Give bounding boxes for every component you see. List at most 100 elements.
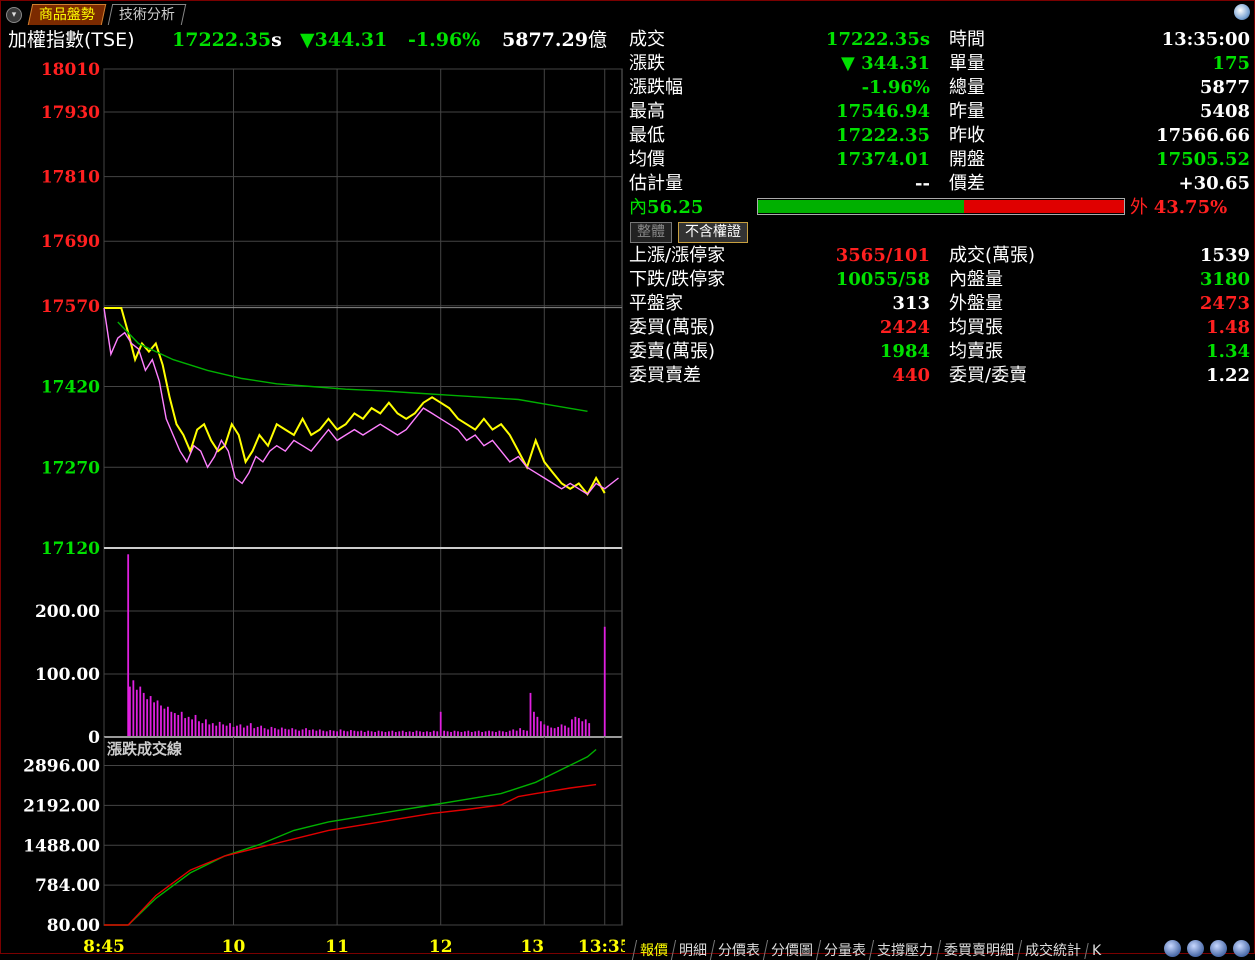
nav-next-icon[interactable]	[1210, 940, 1227, 957]
stats-left-value: 10055/58	[835, 269, 930, 290]
quote-left-value: 17222.35	[836, 125, 930, 146]
volume-bar	[301, 729, 304, 737]
series-line-2	[117, 321, 588, 412]
stats-left-label: 委買賣差	[629, 365, 701, 386]
stats-left-label: 委買(萬張)	[629, 317, 716, 338]
volume-bar	[129, 686, 131, 737]
quote-right-label: 單量	[949, 53, 985, 74]
volume-bar	[139, 686, 142, 737]
bottom-tab-1[interactable]: 明細	[670, 940, 715, 960]
y-tick-label: 18010	[41, 60, 100, 80]
volume-bar	[170, 711, 173, 737]
inner-outer-ratio-bar	[757, 198, 1125, 215]
stats-left-label: 平盤家	[629, 293, 683, 314]
volume-bar	[522, 730, 525, 737]
volume-chart: 200.00 100.00 0	[35, 547, 623, 748]
bottom-tab-6[interactable]: 委買賣明細	[935, 940, 1022, 960]
quote-left-value: 17546.94	[836, 101, 930, 122]
stats-left-label: 下跌/跌停家	[629, 269, 726, 290]
bottom-tab-4[interactable]: 分量表	[815, 940, 874, 960]
volume-bar	[294, 729, 297, 737]
volume-bar	[132, 680, 135, 737]
quote-right-value: 13:35:00	[1161, 29, 1250, 50]
volume-bar	[246, 725, 249, 737]
bottom-tab-8[interactable]: K	[1084, 943, 1108, 959]
volume-bar	[536, 716, 539, 737]
volume-bar	[208, 724, 211, 737]
nav-last-icon[interactable]	[1233, 940, 1250, 957]
quote-left-label: 均價	[629, 149, 665, 170]
volume-bar	[198, 721, 200, 737]
stats-right-label: 外盤量	[949, 293, 1003, 314]
quote-right-value: 5408	[1199, 101, 1250, 122]
x-tick-label: 8:45	[83, 937, 125, 954]
quote-left-value: 17222.35s	[825, 29, 930, 50]
volume-bar	[260, 725, 263, 737]
volume-bar	[543, 724, 546, 737]
quote-left-value: --	[915, 173, 930, 194]
volume-bar	[166, 706, 169, 737]
quote-left-label: 漲跌	[629, 53, 665, 74]
y-tick-label: 17420	[41, 378, 100, 398]
bottom-tab-0[interactable]: 報價	[631, 940, 676, 960]
stats-left-value: 440	[892, 365, 930, 386]
outer-ratio: 外 43.75%	[1130, 197, 1228, 218]
volume-bar	[204, 719, 207, 737]
quote-right-label: 價差	[949, 173, 985, 194]
exclude-warrants-button[interactable]: 不含權證	[678, 222, 748, 243]
stats-left-value: 2424	[879, 317, 930, 338]
stats-left-label: 委賣(萬張)	[629, 341, 716, 362]
bottom-tab-bar: 報價 明細 分價表 分價圖 分量表 支撐壓力 委買賣明細 成交統計 K	[631, 940, 1108, 960]
volume-bar	[539, 721, 542, 737]
volume-bar	[211, 723, 214, 737]
volume-bar	[127, 554, 130, 737]
nav-prev-icon[interactable]	[1187, 940, 1204, 957]
quote-right-label: 時間	[949, 29, 985, 50]
bottom-tab-3[interactable]: 分價圖	[762, 940, 821, 960]
x-tick-label: 13	[520, 937, 544, 954]
volume-bar	[339, 729, 342, 737]
y-tick-label: 80.00	[47, 916, 100, 936]
volume-bar	[577, 718, 580, 737]
x-tick-label: 11	[325, 937, 349, 954]
volume-bar	[439, 711, 442, 737]
nav-first-icon[interactable]	[1164, 940, 1181, 957]
y-tick-label: 2896.00	[23, 757, 100, 777]
stats-right-label: 均買張	[949, 317, 1003, 338]
volume-bar	[184, 718, 187, 737]
chart-title: 漲跌成交線	[107, 740, 182, 758]
overall-button[interactable]: 整體	[630, 222, 672, 243]
bottom-tab-2[interactable]: 分價表	[709, 940, 768, 960]
volume-bar	[291, 728, 294, 737]
inner-ratio-fill	[758, 200, 964, 213]
zoom-icon[interactable]	[1234, 4, 1250, 20]
quote-left-value: -1.96%	[861, 77, 930, 98]
stats-left-value: 313	[892, 293, 930, 314]
volume-bar	[350, 730, 352, 737]
bottom-tab-7[interactable]: 成交統計	[1016, 940, 1089, 960]
bottom-tab-5[interactable]: 支撐壓力	[868, 940, 941, 960]
intraday-charts[interactable]: 18010 17930 17810 17690 17570 17420 17270 17120…	[0, 0, 625, 954]
stats-right-value: 1539	[1199, 245, 1250, 266]
stats-right-value: 1.48	[1206, 317, 1250, 338]
stats-left-value: 1984	[879, 341, 930, 362]
volume-bar	[519, 728, 522, 737]
stats-left-label: 上漲/漲停家	[629, 245, 726, 266]
volume-bar	[564, 725, 566, 737]
volume-bar	[533, 711, 535, 737]
y-tick-label: 17120	[41, 539, 100, 559]
volume-bar	[553, 728, 556, 737]
quote-left-label: 漲跌幅	[629, 77, 683, 98]
volume-bar	[574, 716, 577, 737]
quote-right-value: 5877	[1199, 77, 1250, 98]
volume-bar	[135, 689, 138, 737]
quote-left-value: ▼ 344.31	[841, 53, 930, 74]
stats-right-value: 2473	[1199, 293, 1250, 314]
volume-bar	[588, 723, 591, 737]
volume-bar	[232, 726, 235, 737]
volume-bar	[173, 713, 176, 737]
quote-left-label: 成交	[629, 29, 665, 50]
series-line-1	[103, 307, 619, 496]
price-chart: 18010 17930 17810 17690 17570 17420 17270 17120	[41, 60, 623, 559]
volume-bar	[287, 729, 290, 737]
